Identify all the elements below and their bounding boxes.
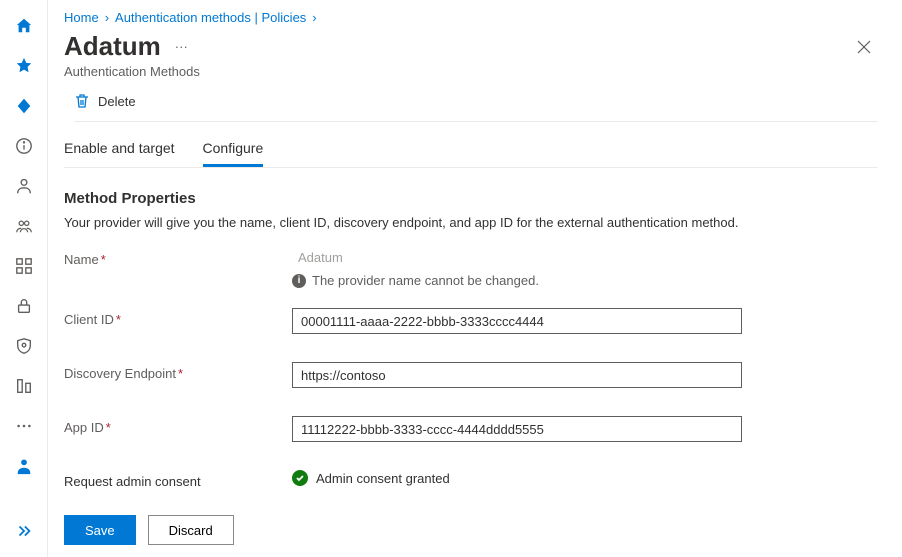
name-label: Name*	[64, 248, 292, 267]
breadcrumb: Home › Authentication methods | Policies…	[64, 10, 878, 25]
delete-button[interactable]: Delete	[98, 94, 136, 109]
grid-icon	[15, 257, 33, 275]
nav-expand[interactable]	[4, 513, 44, 549]
nav-info[interactable]	[4, 128, 44, 164]
nav-apps[interactable]	[4, 248, 44, 284]
breadcrumb-policies[interactable]: Authentication methods | Policies	[115, 10, 306, 25]
page-title: Adatum	[64, 31, 161, 62]
discovery-label: Discovery Endpoint*	[64, 362, 292, 381]
diamond-icon	[15, 97, 33, 115]
footer-actions: Save Discard	[64, 515, 234, 545]
info-circle-icon	[15, 137, 33, 155]
close-icon	[857, 40, 871, 54]
star-icon	[15, 57, 33, 75]
nav-shield[interactable]	[4, 328, 44, 364]
save-button[interactable]: Save	[64, 515, 136, 545]
lock-icon	[15, 297, 33, 315]
ellipsis-icon	[15, 417, 33, 435]
person-filled-icon	[15, 457, 33, 475]
tab-configure[interactable]: Configure	[203, 136, 264, 167]
nav-more[interactable]	[4, 408, 44, 444]
breadcrumb-home[interactable]: Home	[64, 10, 99, 25]
person-icon	[15, 177, 33, 195]
nav-user-active[interactable]	[4, 448, 44, 484]
delete-icon	[74, 93, 90, 109]
people-icon	[15, 217, 33, 235]
org-icon	[15, 377, 33, 395]
section-description: Your provider will give you the name, cl…	[64, 215, 878, 230]
breadcrumb-sep-2: ›	[312, 10, 316, 25]
page-subtitle: Authentication Methods	[64, 64, 878, 79]
nav-groups[interactable]	[4, 208, 44, 244]
required-mark: *	[106, 420, 111, 435]
required-mark: *	[116, 312, 121, 327]
shield-icon	[15, 337, 33, 355]
client-id-label: Client ID*	[64, 308, 292, 327]
close-button[interactable]	[850, 33, 878, 61]
required-mark: *	[178, 366, 183, 381]
method-form: Name* Adatum i The provider name cannot …	[64, 248, 878, 517]
main-content: Home › Authentication methods | Policies…	[48, 0, 902, 557]
client-id-input[interactable]	[292, 308, 742, 334]
nav-home[interactable]	[4, 8, 44, 44]
nav-lock[interactable]	[4, 288, 44, 324]
nav-diamond[interactable]	[4, 88, 44, 124]
home-icon	[15, 17, 33, 35]
name-value: Adatum	[292, 248, 742, 267]
nav-org[interactable]	[4, 368, 44, 404]
app-id-label: App ID*	[64, 416, 292, 435]
title-more-button[interactable]: ···	[175, 39, 188, 54]
tab-enable-target[interactable]: Enable and target	[64, 136, 175, 167]
consent-status: Admin consent granted	[316, 471, 450, 486]
required-mark: *	[101, 252, 106, 267]
nav-user[interactable]	[4, 168, 44, 204]
tabs: Enable and target Configure	[64, 136, 878, 168]
section-title: Method Properties	[64, 190, 878, 207]
chevron-right-double-icon	[15, 522, 33, 540]
left-nav	[0, 0, 48, 557]
discard-button[interactable]: Discard	[148, 515, 234, 545]
name-info-text: The provider name cannot be changed.	[312, 273, 539, 288]
command-bar: Delete	[74, 93, 878, 122]
app-id-input[interactable]	[292, 416, 742, 442]
info-icon: i	[292, 274, 306, 288]
check-icon	[292, 470, 308, 486]
breadcrumb-sep: ›	[105, 10, 109, 25]
nav-favorites[interactable]	[4, 48, 44, 84]
discovery-endpoint-input[interactable]	[292, 362, 742, 388]
consent-label: Request admin consent	[64, 470, 292, 489]
